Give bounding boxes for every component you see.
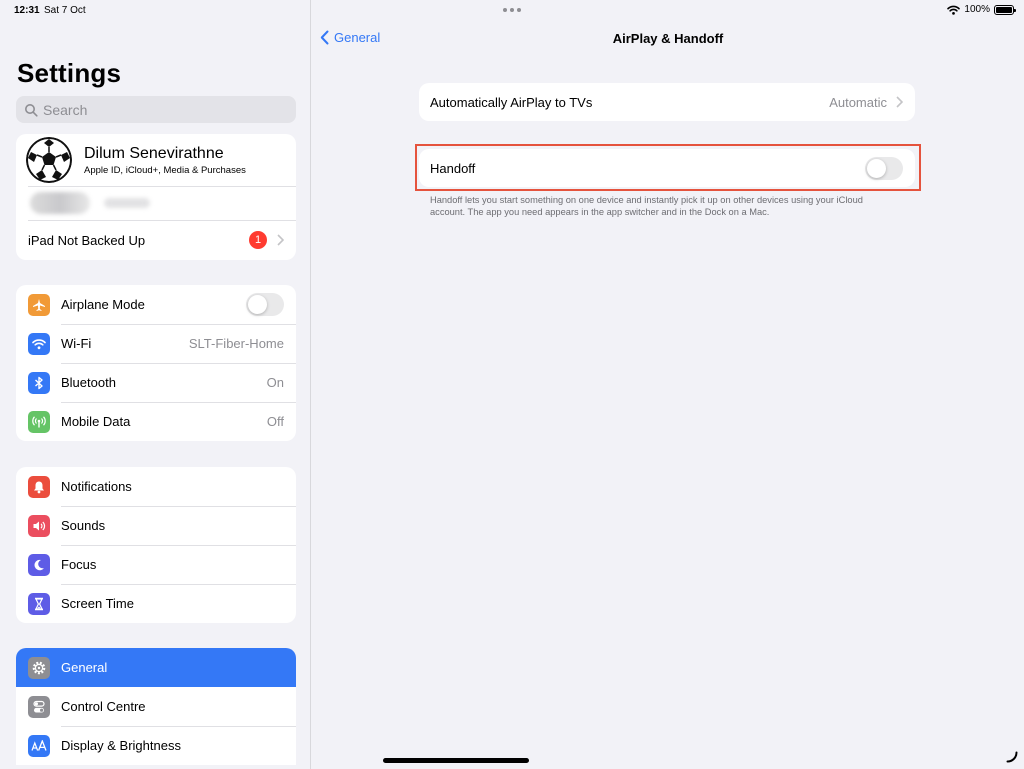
battery-icon (994, 4, 1016, 15)
speaker-icon (28, 514, 50, 537)
sidebar-item-bluetooth[interactable]: Bluetooth On (16, 363, 296, 402)
backup-row[interactable]: iPad Not Backed Up 1 (16, 220, 296, 260)
toggle-knob (248, 295, 267, 314)
mobile-data-label: Mobile Data (61, 414, 131, 429)
focus-label: Focus (61, 557, 97, 572)
airplay-label: Automatically AirPlay to TVs (430, 94, 593, 110)
profile-subtitle: Apple ID, iCloud+, Media & Purchases (84, 164, 246, 176)
airplay-row[interactable]: Automatically AirPlay to TVs Automatic (419, 83, 915, 121)
chevron-right-icon (277, 234, 284, 246)
text-size-icon (28, 734, 50, 757)
airplane-mode-label: Airplane Mode (61, 297, 145, 312)
gear-icon (28, 656, 50, 679)
status-date: Sat 7 Oct (44, 5, 86, 16)
sidebar-item-sounds[interactable]: Sounds (16, 506, 296, 545)
search-icon (25, 103, 38, 117)
sidebar-item-wifi[interactable]: Wi-Fi SLT-Fiber-Home (16, 324, 296, 363)
blurred-label (104, 198, 150, 208)
handoff-footnote: Handoff lets you start something on one … (430, 195, 863, 217)
sidebar-item-screen-time[interactable]: Screen Time (16, 584, 296, 623)
page-title: AirPlay & Handoff (612, 31, 724, 46)
wifi-status-icon (947, 5, 961, 15)
avatar (26, 137, 72, 183)
mobile-data-value: Off (266, 414, 284, 429)
display-brightness-label: Display & Brightness (61, 738, 181, 753)
search-field[interactable]: Search (16, 96, 296, 123)
sounds-label: Sounds (61, 518, 106, 533)
profile-name: Dilum Senevirathne (84, 144, 224, 162)
battery-percent: 100% (964, 4, 990, 15)
detail-pane: General AirPlay & Handoff Automatically … (312, 0, 1024, 769)
bluetooth-icon (28, 371, 50, 394)
corner-indicator-icon (1006, 751, 1018, 763)
general-label: General (61, 660, 108, 675)
sidebar-title: Settings (17, 58, 122, 88)
home-indicator[interactable] (383, 758, 529, 763)
status-bar: 12:31 Sat 7 Oct 100% (0, 0, 1024, 20)
profile-group: Dilum Senevirathne Apple ID, iCloud+, Me… (16, 134, 296, 260)
ipad-screen: Settings Search Dilum Senevirathne Apple… (0, 0, 1024, 769)
bell-icon (28, 475, 50, 498)
airplane-mode-toggle[interactable] (246, 293, 284, 316)
hourglass-icon (28, 592, 50, 615)
search-placeholder: Search (43, 101, 88, 118)
multitasking-dots-icon[interactable] (503, 8, 521, 12)
backup-label: iPad Not Backed Up (28, 232, 146, 248)
notifications-group: Notifications Sounds Focus Screen Time (16, 467, 296, 623)
apple-id-row[interactable]: Dilum Senevirathne Apple ID, iCloud+, Me… (16, 134, 296, 186)
moon-icon (28, 553, 50, 576)
bluetooth-label: Bluetooth (61, 375, 116, 390)
chevron-right-icon (896, 96, 903, 108)
connectivity-group: Airplane Mode Wi-Fi SLT-Fiber-Home Bluet… (16, 285, 296, 441)
sidebar-item-display-brightness[interactable]: Display & Brightness (16, 726, 296, 765)
battery-fill (996, 6, 1012, 13)
antenna-icon (28, 410, 50, 433)
sidebar-item-mobile-data[interactable]: Mobile Data Off (16, 402, 296, 441)
wifi-label: Wi-Fi (61, 336, 92, 351)
control-centre-label: Control Centre (61, 699, 146, 714)
switches-icon (28, 695, 50, 718)
blurred-avatars (30, 192, 90, 214)
wifi-value: SLT-Fiber-Home (188, 336, 284, 351)
sidebar-item-control-centre[interactable]: Control Centre (16, 687, 296, 726)
sidebar-item-general[interactable]: General (16, 648, 296, 687)
general-group: General Control Centre Display & Brightn… (16, 648, 296, 765)
family-row-blurred[interactable] (16, 186, 296, 220)
wifi-icon (28, 332, 50, 355)
sidebar-item-notifications[interactable]: Notifications (16, 467, 296, 506)
sidebar-item-focus[interactable]: Focus (16, 545, 296, 584)
settings-sidebar: Settings Search Dilum Senevirathne Apple… (0, 0, 311, 769)
bluetooth-value: On (266, 375, 284, 390)
status-time: 12:31 (14, 5, 40, 16)
airplane-icon (28, 293, 50, 316)
airplay-value: Automatic (829, 94, 887, 110)
notification-badge: 1 (249, 231, 267, 249)
highlight-outline (415, 144, 921, 191)
screen-time-label: Screen Time (61, 596, 134, 611)
sidebar-item-airplane-mode[interactable]: Airplane Mode (16, 285, 296, 324)
notifications-label: Notifications (61, 479, 132, 494)
